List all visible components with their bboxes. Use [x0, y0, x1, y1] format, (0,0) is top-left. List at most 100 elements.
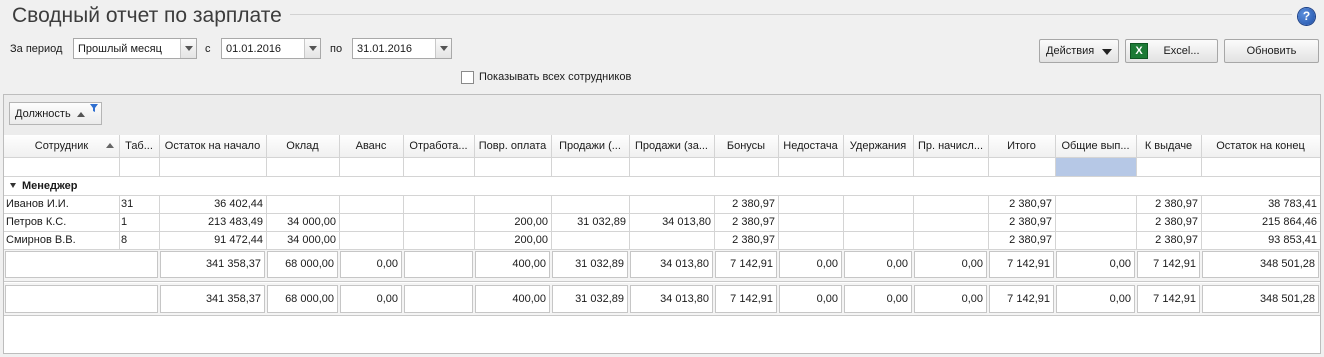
- column-header[interactable]: Пр. начисл...: [913, 135, 988, 157]
- total-cell: 0,00: [779, 251, 842, 278]
- table-cell: 2 380,97: [1155, 216, 1198, 228]
- total-cell: [404, 285, 473, 313]
- total-cell: 400,00: [475, 251, 550, 278]
- column-header[interactable]: Общие вып...: [1055, 135, 1136, 157]
- group-name: Менеджер: [22, 180, 78, 192]
- table-cell: 93 853,41: [1268, 234, 1317, 246]
- column-divider: [988, 135, 989, 176]
- title-divider: [290, 14, 1292, 15]
- total-cell: 31 032,89: [552, 285, 628, 313]
- table-cell: 2 380,97: [732, 234, 775, 246]
- table-cell: [1055, 231, 1136, 249]
- from-date-field[interactable]: 01.01.2016: [221, 38, 321, 59]
- chevron-down-icon[interactable]: [180, 39, 196, 58]
- actions-button-label: Действия: [1046, 45, 1095, 57]
- column-header[interactable]: Оклад: [266, 135, 339, 157]
- chevron-down-icon[interactable]: [304, 39, 320, 58]
- collapse-triangle-icon[interactable]: [10, 183, 16, 188]
- total-cell: 0,00: [1056, 285, 1135, 313]
- table-cell: 31 032,89: [577, 216, 626, 228]
- help-glyph: ?: [1302, 9, 1311, 23]
- total-cell: 0,00: [844, 285, 912, 313]
- actions-button[interactable]: Действия: [1039, 39, 1119, 63]
- table-cell: [339, 231, 403, 249]
- total-cell: [5, 285, 158, 313]
- column-header[interactable]: Аванс: [339, 135, 403, 157]
- refresh-button-label: Обновить: [1246, 45, 1297, 57]
- column-header[interactable]: Отработа...: [403, 135, 474, 157]
- table-cell: 91 472,44: [214, 234, 263, 246]
- sort-asc-icon[interactable]: [77, 112, 85, 117]
- filter-icon[interactable]: [90, 104, 98, 112]
- show-all-employees-checkbox[interactable]: [461, 71, 474, 84]
- total-cell: 0,00: [914, 251, 987, 278]
- column-header[interactable]: Продажи (за...: [629, 135, 714, 157]
- column-divider: [474, 135, 475, 176]
- group-by-position-chip[interactable]: Должность: [9, 102, 102, 125]
- column-header[interactable]: Бонусы: [714, 135, 778, 157]
- column-header[interactable]: Таб...: [119, 135, 159, 157]
- refresh-button[interactable]: Обновить: [1224, 39, 1319, 63]
- period-label: За период: [10, 43, 63, 55]
- column-divider: [119, 135, 120, 176]
- period-select[interactable]: Прошлый месяц: [73, 38, 197, 59]
- table-cell: [266, 195, 339, 213]
- table-cell: [843, 231, 913, 249]
- column-header[interactable]: Остаток на конец: [1201, 135, 1320, 157]
- total-cell: 348 501,28: [1202, 251, 1319, 278]
- group-header-row[interactable]: Менеджер: [10, 180, 78, 192]
- total-cell: 7 142,91: [989, 285, 1054, 313]
- table-cell: [778, 195, 843, 213]
- excel-icon: X: [1130, 43, 1148, 59]
- column-header[interactable]: К выдаче: [1136, 135, 1201, 157]
- column-header[interactable]: Сотрудник: [4, 135, 119, 157]
- table-cell: [843, 213, 913, 231]
- table-cell: [474, 195, 551, 213]
- total-cell: 7 142,91: [715, 251, 777, 278]
- total-cell: 0,00: [1056, 251, 1135, 278]
- total-cell: 7 142,91: [715, 285, 777, 313]
- show-all-employees-label[interactable]: Показывать всех сотрудников: [479, 71, 631, 83]
- column-divider: [551, 135, 552, 176]
- excel-export-button[interactable]: X Excel...: [1125, 39, 1218, 63]
- from-date-value: 01.01.2016: [226, 43, 282, 55]
- column-header[interactable]: Продажи (...: [551, 135, 629, 157]
- table-cell: [339, 195, 403, 213]
- total-cell: 34 013,80: [630, 251, 713, 278]
- chevron-down-icon[interactable]: [435, 39, 451, 58]
- table-cell: [1055, 213, 1136, 231]
- table-cell: [551, 231, 629, 249]
- table-cell: 2 380,97: [732, 216, 775, 228]
- question-circle-icon[interactable]: ?: [1298, 8, 1315, 25]
- table-cell: [913, 213, 988, 231]
- table-cell: 34 000,00: [287, 234, 336, 246]
- page-title: Сводный отчет по зарплате: [12, 4, 282, 27]
- table-cell: 2 380,97: [1155, 234, 1198, 246]
- table-cell: 2 380,97: [1155, 198, 1198, 210]
- excel-button-label: Excel...: [1163, 45, 1200, 57]
- column-header[interactable]: Удержания: [843, 135, 913, 157]
- column-divider: [159, 135, 160, 176]
- caret-down-icon: [1102, 49, 1112, 55]
- table-cell: 2 380,97: [1009, 216, 1052, 228]
- filter-cell-selected[interactable]: [1056, 158, 1136, 176]
- table-cell: [843, 195, 913, 213]
- column-divider: [843, 135, 844, 176]
- table-cell: 8: [121, 234, 128, 246]
- table-cell: Петров К.С.: [6, 216, 67, 228]
- sort-asc-icon[interactable]: [106, 143, 114, 148]
- total-cell: 31 032,89: [552, 251, 628, 278]
- column-header[interactable]: Остаток на начало: [159, 135, 266, 157]
- column-header[interactable]: Повр. оплата: [474, 135, 551, 157]
- column-header[interactable]: Итого: [988, 135, 1055, 157]
- row-divider: [4, 249, 1320, 250]
- table-cell: [629, 195, 714, 213]
- to-date-field[interactable]: 31.01.2016: [352, 38, 452, 59]
- table-cell: 200,00: [514, 216, 548, 228]
- total-cell: [404, 251, 473, 278]
- total-cell: 400,00: [475, 285, 550, 313]
- column-header[interactable]: Недостача: [778, 135, 843, 157]
- table-cell: 34 000,00: [287, 216, 336, 228]
- to-date-value: 31.01.2016: [357, 43, 413, 55]
- total-cell: 341 358,37: [160, 285, 265, 313]
